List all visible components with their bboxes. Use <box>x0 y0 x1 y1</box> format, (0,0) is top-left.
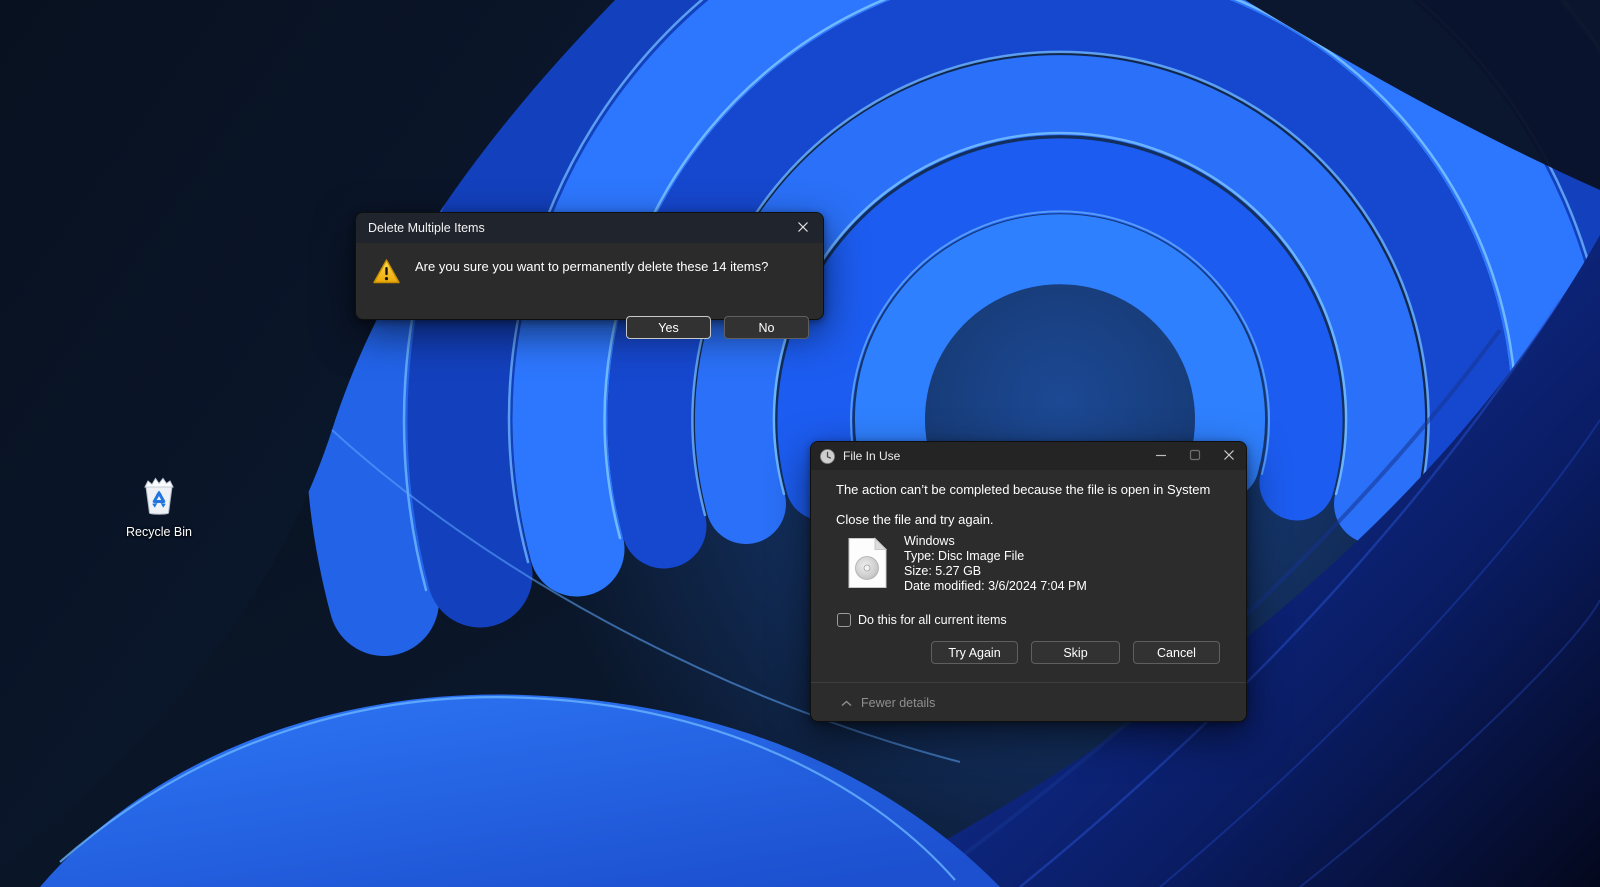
chevron-up-icon <box>841 700 852 707</box>
delete-dialog-titlebar: Delete Multiple Items <box>356 213 823 243</box>
recycle-bin-desktop-icon[interactable]: Recycle Bin <box>118 474 200 539</box>
skip-button[interactable]: Skip <box>1031 641 1120 664</box>
delete-multiple-items-dialog: Delete Multiple Items <box>355 212 824 320</box>
file-in-use-instruction: Close the file and try again. <box>836 512 994 527</box>
file-type: Type: Disc Image File <box>904 549 1087 564</box>
maximize-icon <box>1189 449 1201 464</box>
file-in-use-message: The action can’t be completed because th… <box>836 482 1210 497</box>
fewer-details-label: Fewer details <box>861 696 935 710</box>
maximize-button[interactable] <box>1178 443 1212 469</box>
close-icon <box>797 221 809 236</box>
do-this-for-all-label: Do this for all current items <box>858 613 1007 627</box>
recycle-bin-icon <box>141 474 177 521</box>
try-again-button[interactable]: Try Again <box>931 641 1018 664</box>
delete-dialog-body: Are you sure you want to permanently del… <box>356 243 823 321</box>
yes-button[interactable]: Yes <box>626 316 711 339</box>
warning-icon <box>372 258 401 290</box>
cancel-button[interactable]: Cancel <box>1133 641 1220 664</box>
file-date-modified: Date modified: 3/6/2024 7:04 PM <box>904 579 1087 594</box>
no-button[interactable]: No <box>724 316 809 339</box>
delete-dialog-title: Delete Multiple Items <box>368 221 789 235</box>
disc-image-file-icon <box>847 537 888 594</box>
do-this-for-all-row: Do this for all current items <box>837 613 1007 627</box>
file-in-use-title: File In Use <box>843 449 1144 463</box>
delete-confirmation-message: Are you sure you want to permanently del… <box>415 259 768 274</box>
close-icon <box>1223 449 1235 464</box>
file-details: Windows Type: Disc Image File Size: 5.27… <box>904 534 1087 594</box>
details-separator <box>811 682 1246 683</box>
file-in-use-titlebar: File In Use <box>811 442 1246 470</box>
close-button[interactable] <box>789 217 817 239</box>
do-this-for-all-checkbox[interactable] <box>837 613 851 627</box>
file-size: Size: 5.27 GB <box>904 564 1087 579</box>
clock-icon <box>820 449 835 464</box>
close-button[interactable] <box>1212 443 1246 469</box>
minimize-icon <box>1155 449 1167 464</box>
minimize-button[interactable] <box>1144 443 1178 469</box>
file-in-use-dialog: File In Use The action can’t be complete… <box>810 441 1247 722</box>
recycle-bin-label: Recycle Bin <box>126 525 192 539</box>
fewer-details-toggle[interactable]: Fewer details <box>841 691 935 715</box>
desktop-wallpaper <box>0 0 1600 887</box>
file-name: Windows <box>904 534 1087 549</box>
